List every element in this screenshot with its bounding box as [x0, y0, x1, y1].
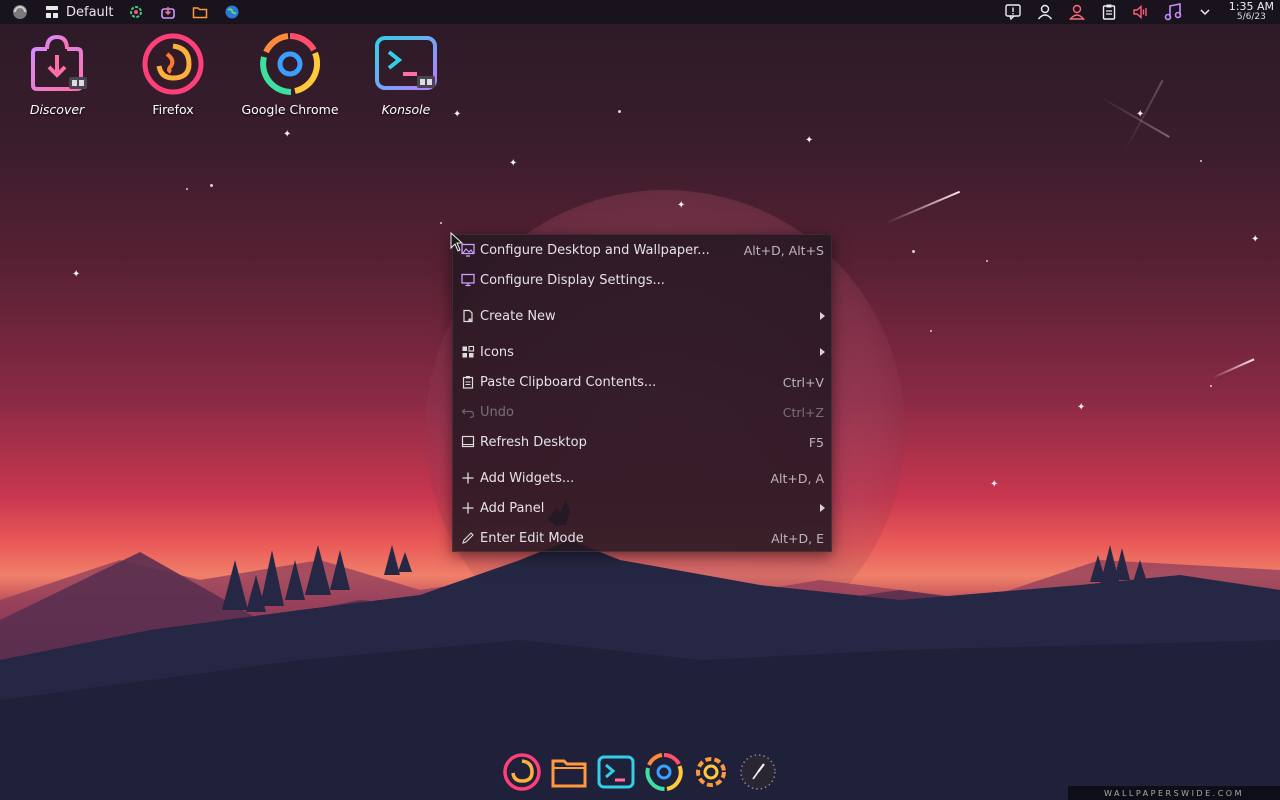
dock-folder-icon[interactable] [547, 750, 591, 794]
globe-icon[interactable] [222, 2, 242, 22]
clock-time: 1:35 AM [1228, 0, 1274, 13]
menu-item-add-widgets[interactable]: Add Widgets... Alt+D, A [453, 463, 831, 493]
new-file-icon [460, 308, 476, 324]
dock-konsole-icon[interactable] [594, 750, 638, 794]
menu-item-shortcut: F5 [808, 434, 824, 450]
desktop-icon-discover[interactable]: Discover [2, 30, 112, 120]
menu-item-shortcut: Alt+D, E [771, 530, 824, 546]
settings-icon[interactable] [126, 2, 146, 22]
discover-icon[interactable] [158, 2, 178, 22]
desktop-icon-google-chrome[interactable]: Google Chrome [235, 30, 345, 120]
icons-grid-icon [460, 344, 476, 360]
desktop-icon-label: Discover [29, 102, 85, 117]
discover-icon [23, 30, 91, 98]
menu-item-undo[interactable]: Undo Ctrl+Z [453, 397, 831, 427]
menu-item-configure-display[interactable]: Configure Display Settings... [453, 265, 831, 295]
wallpaper-watermark: WALLPAPERSWIDE.COM [1068, 786, 1280, 800]
paste-icon [460, 374, 476, 390]
menu-item-label: Configure Desktop and Wallpaper... [480, 242, 710, 258]
menu-item-label: Add Panel [480, 500, 545, 516]
undo-icon [460, 404, 476, 420]
menu-item-label: Enter Edit Mode [480, 530, 584, 546]
submenu-arrow-icon [820, 312, 825, 320]
menu-item-enter-edit-mode[interactable]: Enter Edit Mode Alt+D, E [453, 523, 831, 553]
pencil-icon [460, 530, 476, 546]
music-icon[interactable] [1163, 2, 1183, 22]
menu-item-paste[interactable]: Paste Clipboard Contents... Ctrl+V [453, 367, 831, 397]
dock-chrome-icon[interactable] [642, 750, 686, 794]
user-icon[interactable] [1035, 2, 1055, 22]
chrome-icon [256, 30, 324, 98]
dock-firefox-icon[interactable] [500, 750, 544, 794]
digital-clock[interactable]: 1:35 AM 5/6/23 [1229, 1, 1274, 23]
desktop-icon-label: Konsole [381, 102, 431, 117]
refresh-icon [460, 434, 476, 450]
desktop-icon-konsole[interactable]: Konsole [351, 30, 461, 120]
user-switch-icon[interactable] [1067, 2, 1087, 22]
clock-date: 5/6/23 [1236, 12, 1266, 22]
menu-item-label: Add Widgets... [480, 470, 575, 486]
display-icon [460, 272, 476, 288]
chevron-down-icon[interactable] [1195, 2, 1215, 22]
desktop-icon-label: Google Chrome [241, 102, 339, 117]
desktop-context-menu: Configure Desktop and Wallpaper... Alt+D… [452, 234, 832, 552]
menu-item-configure-desktop[interactable]: Configure Desktop and Wallpaper... Alt+D… [453, 235, 831, 265]
activity-icon[interactable] [42, 2, 62, 22]
folder-icon[interactable] [190, 2, 210, 22]
konsole-icon [372, 30, 440, 98]
volume-icon[interactable] [1131, 2, 1151, 22]
plus-icon [460, 500, 476, 516]
menu-item-icons[interactable]: Icons [453, 337, 831, 367]
menu-item-label: Icons [480, 344, 514, 360]
menu-item-refresh-desktop[interactable]: Refresh Desktop F5 [453, 427, 831, 457]
menu-item-add-panel[interactable]: Add Panel [453, 493, 831, 523]
desktop-icon-label: Firefox [152, 102, 194, 117]
dock-clock-icon[interactable] [736, 750, 780, 794]
menu-item-label: Configure Display Settings... [480, 272, 665, 288]
menu-item-shortcut: Alt+D, Alt+S [743, 242, 824, 258]
notifications-icon[interactable] [1003, 2, 1023, 22]
menu-item-label: Create New [480, 308, 556, 324]
menu-item-label: Undo [480, 404, 514, 420]
kde-logo-icon[interactable] [10, 2, 30, 22]
submenu-arrow-icon [820, 504, 825, 512]
plus-icon [460, 470, 476, 486]
menu-item-label: Refresh Desktop [480, 434, 587, 450]
menu-item-create-new[interactable]: Create New [453, 301, 831, 331]
menu-item-label: Paste Clipboard Contents... [480, 374, 657, 390]
submenu-arrow-icon [820, 348, 825, 356]
dock-settings-icon[interactable] [689, 750, 733, 794]
firefox-icon [139, 30, 207, 98]
menu-item-shortcut: Ctrl+V [782, 374, 824, 390]
clipboard-icon[interactable] [1099, 2, 1119, 22]
top-panel: Default 1:35 AM 5/6/23 [0, 0, 1280, 24]
mouse-cursor-icon [450, 232, 464, 252]
activity-label[interactable]: Default [66, 5, 114, 20]
menu-item-shortcut: Alt+D, A [770, 470, 824, 486]
menu-item-shortcut: Ctrl+Z [782, 404, 824, 420]
desktop-icon-firefox[interactable]: Firefox [118, 30, 228, 120]
bottom-dock [500, 748, 780, 796]
